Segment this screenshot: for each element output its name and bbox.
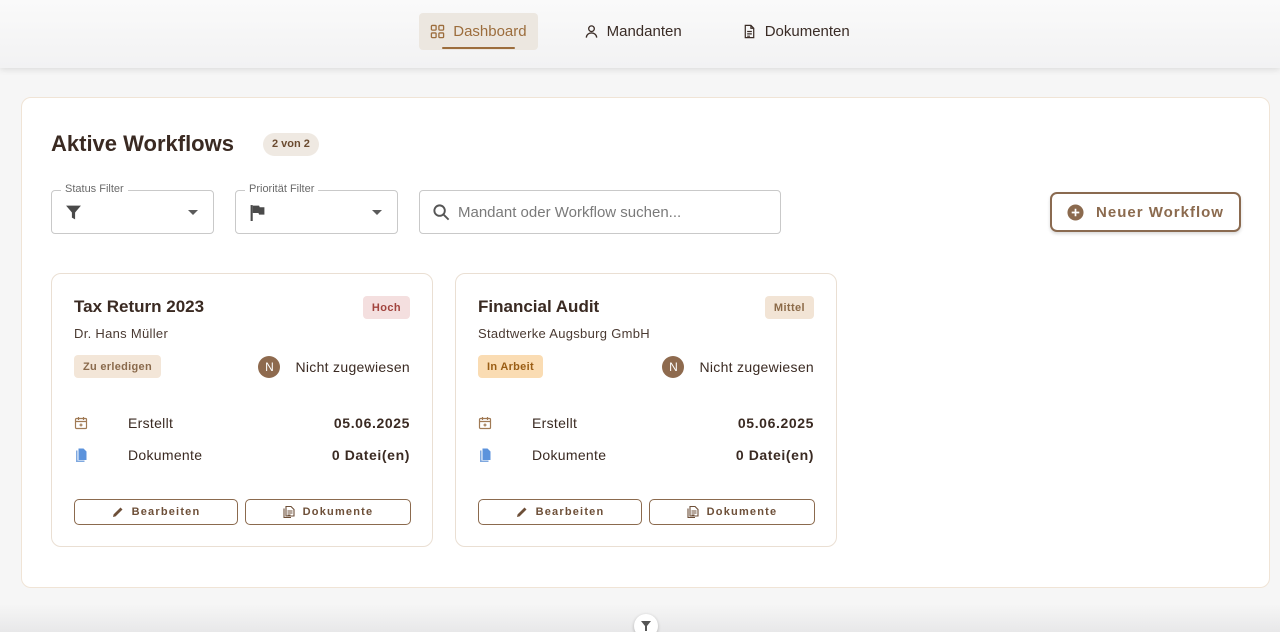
calendar-icon	[74, 417, 88, 430]
edit-button[interactable]: Bearbeiten	[478, 499, 642, 525]
created-value: 05.06.2025	[333, 415, 410, 431]
documents-row: Dokumente 0 Datei(en)	[74, 445, 410, 465]
status-badge: Zu erledigen	[74, 355, 161, 378]
assignee: N Nicht zugewiesen	[258, 356, 410, 378]
new-workflow-label: Neuer Workflow	[1096, 203, 1224, 221]
files-icon	[480, 448, 491, 462]
search-icon	[433, 203, 450, 220]
count-badge: 2 von 2	[262, 132, 319, 156]
workflows-panel: Aktive Workflows 2 von 2 Status Filter P…	[21, 97, 1270, 588]
flag-icon	[250, 205, 265, 221]
add-circle-icon	[1067, 203, 1084, 221]
documents-button[interactable]: Dokumente	[245, 499, 411, 525]
funnel-down-icon	[641, 621, 651, 631]
assignee-text: Nicht zugewiesen	[295, 359, 410, 375]
pencil-icon	[516, 507, 527, 517]
funnel-icon	[66, 205, 81, 220]
created-label: Erstellt	[128, 415, 174, 431]
edit-button-label: Bearbeiten	[535, 506, 605, 518]
status-filter-select[interactable]: Status Filter	[51, 183, 214, 234]
workflow-title: Tax Return 2023	[74, 297, 205, 316]
created-row: Erstellt 05.06.2025	[478, 413, 814, 433]
title-row: Aktive Workflows 2 von 2	[51, 131, 319, 157]
nav-tab-dashboard[interactable]: Dashboard	[419, 13, 538, 50]
files-icon	[76, 448, 87, 462]
documents-icon	[283, 506, 295, 518]
scroll-down-button[interactable]	[634, 614, 658, 632]
documents-button-label: Dokumente	[302, 506, 374, 518]
priority-badge: Mittel	[764, 296, 814, 319]
nav-tab-label: Dashboard	[453, 23, 527, 40]
document-icon	[744, 24, 755, 39]
created-label: Erstellt	[532, 415, 578, 431]
status-badge: In Arbeit	[478, 355, 543, 378]
search-field[interactable]	[419, 190, 781, 234]
status-filter-label: Status Filter	[61, 183, 128, 195]
edit-button-label: Bearbeiten	[131, 506, 201, 518]
nav-tab-dokumenten[interactable]: Dokumenten	[731, 13, 861, 50]
documents-value: 0 Datei(en)	[735, 447, 814, 463]
priority-filter-select[interactable]: Priorität Filter	[235, 183, 398, 234]
assignee: N Nicht zugewiesen	[662, 356, 814, 378]
page-title: Aktive Workflows	[51, 131, 234, 156]
created-value: 05.06.2025	[737, 415, 814, 431]
priority-badge: Hoch	[362, 296, 410, 319]
documents-value: 0 Datei(en)	[331, 447, 410, 463]
client-name: Stadtwerke Augsburg GmbH	[478, 326, 650, 341]
person-icon	[585, 25, 597, 38]
avatar: N	[662, 356, 685, 378]
nav-tab-label: Dokumenten	[764, 23, 850, 40]
nav-tab-mandanten[interactable]: Mandanten	[573, 13, 693, 50]
documents-label: Dokumente	[128, 447, 203, 463]
priority-filter-label: Priorität Filter	[245, 183, 319, 195]
assignee-text: Nicht zugewiesen	[699, 359, 814, 375]
search-input[interactable]	[458, 203, 758, 221]
calendar-icon	[478, 417, 492, 430]
edit-button[interactable]: Bearbeiten	[74, 499, 238, 525]
workflow-card: Tax Return 2023 Hoch Dr. Hans Müller Zu …	[51, 273, 433, 547]
new-workflow-button[interactable]: Neuer Workflow	[1050, 192, 1241, 232]
chevron-down-icon	[372, 210, 382, 215]
workflow-title: Financial Audit	[478, 297, 600, 316]
pencil-icon	[112, 507, 123, 517]
documents-icon	[687, 506, 699, 518]
dashboard-icon	[430, 24, 445, 39]
created-row: Erstellt 05.06.2025	[74, 413, 410, 433]
top-navigation: Dashboard Mandanten Dokumenten	[0, 0, 1280, 68]
nav-tab-label: Mandanten	[606, 23, 682, 40]
avatar: N	[258, 356, 281, 378]
documents-button-label: Dokumente	[706, 506, 778, 518]
workflow-card: Financial Audit Mittel Stadtwerke Augsbu…	[455, 273, 837, 547]
chevron-down-icon	[188, 210, 198, 215]
documents-button[interactable]: Dokumente	[649, 499, 815, 525]
documents-label: Dokumente	[532, 447, 607, 463]
documents-row: Dokumente 0 Datei(en)	[478, 445, 814, 465]
client-name: Dr. Hans Müller	[74, 326, 169, 341]
